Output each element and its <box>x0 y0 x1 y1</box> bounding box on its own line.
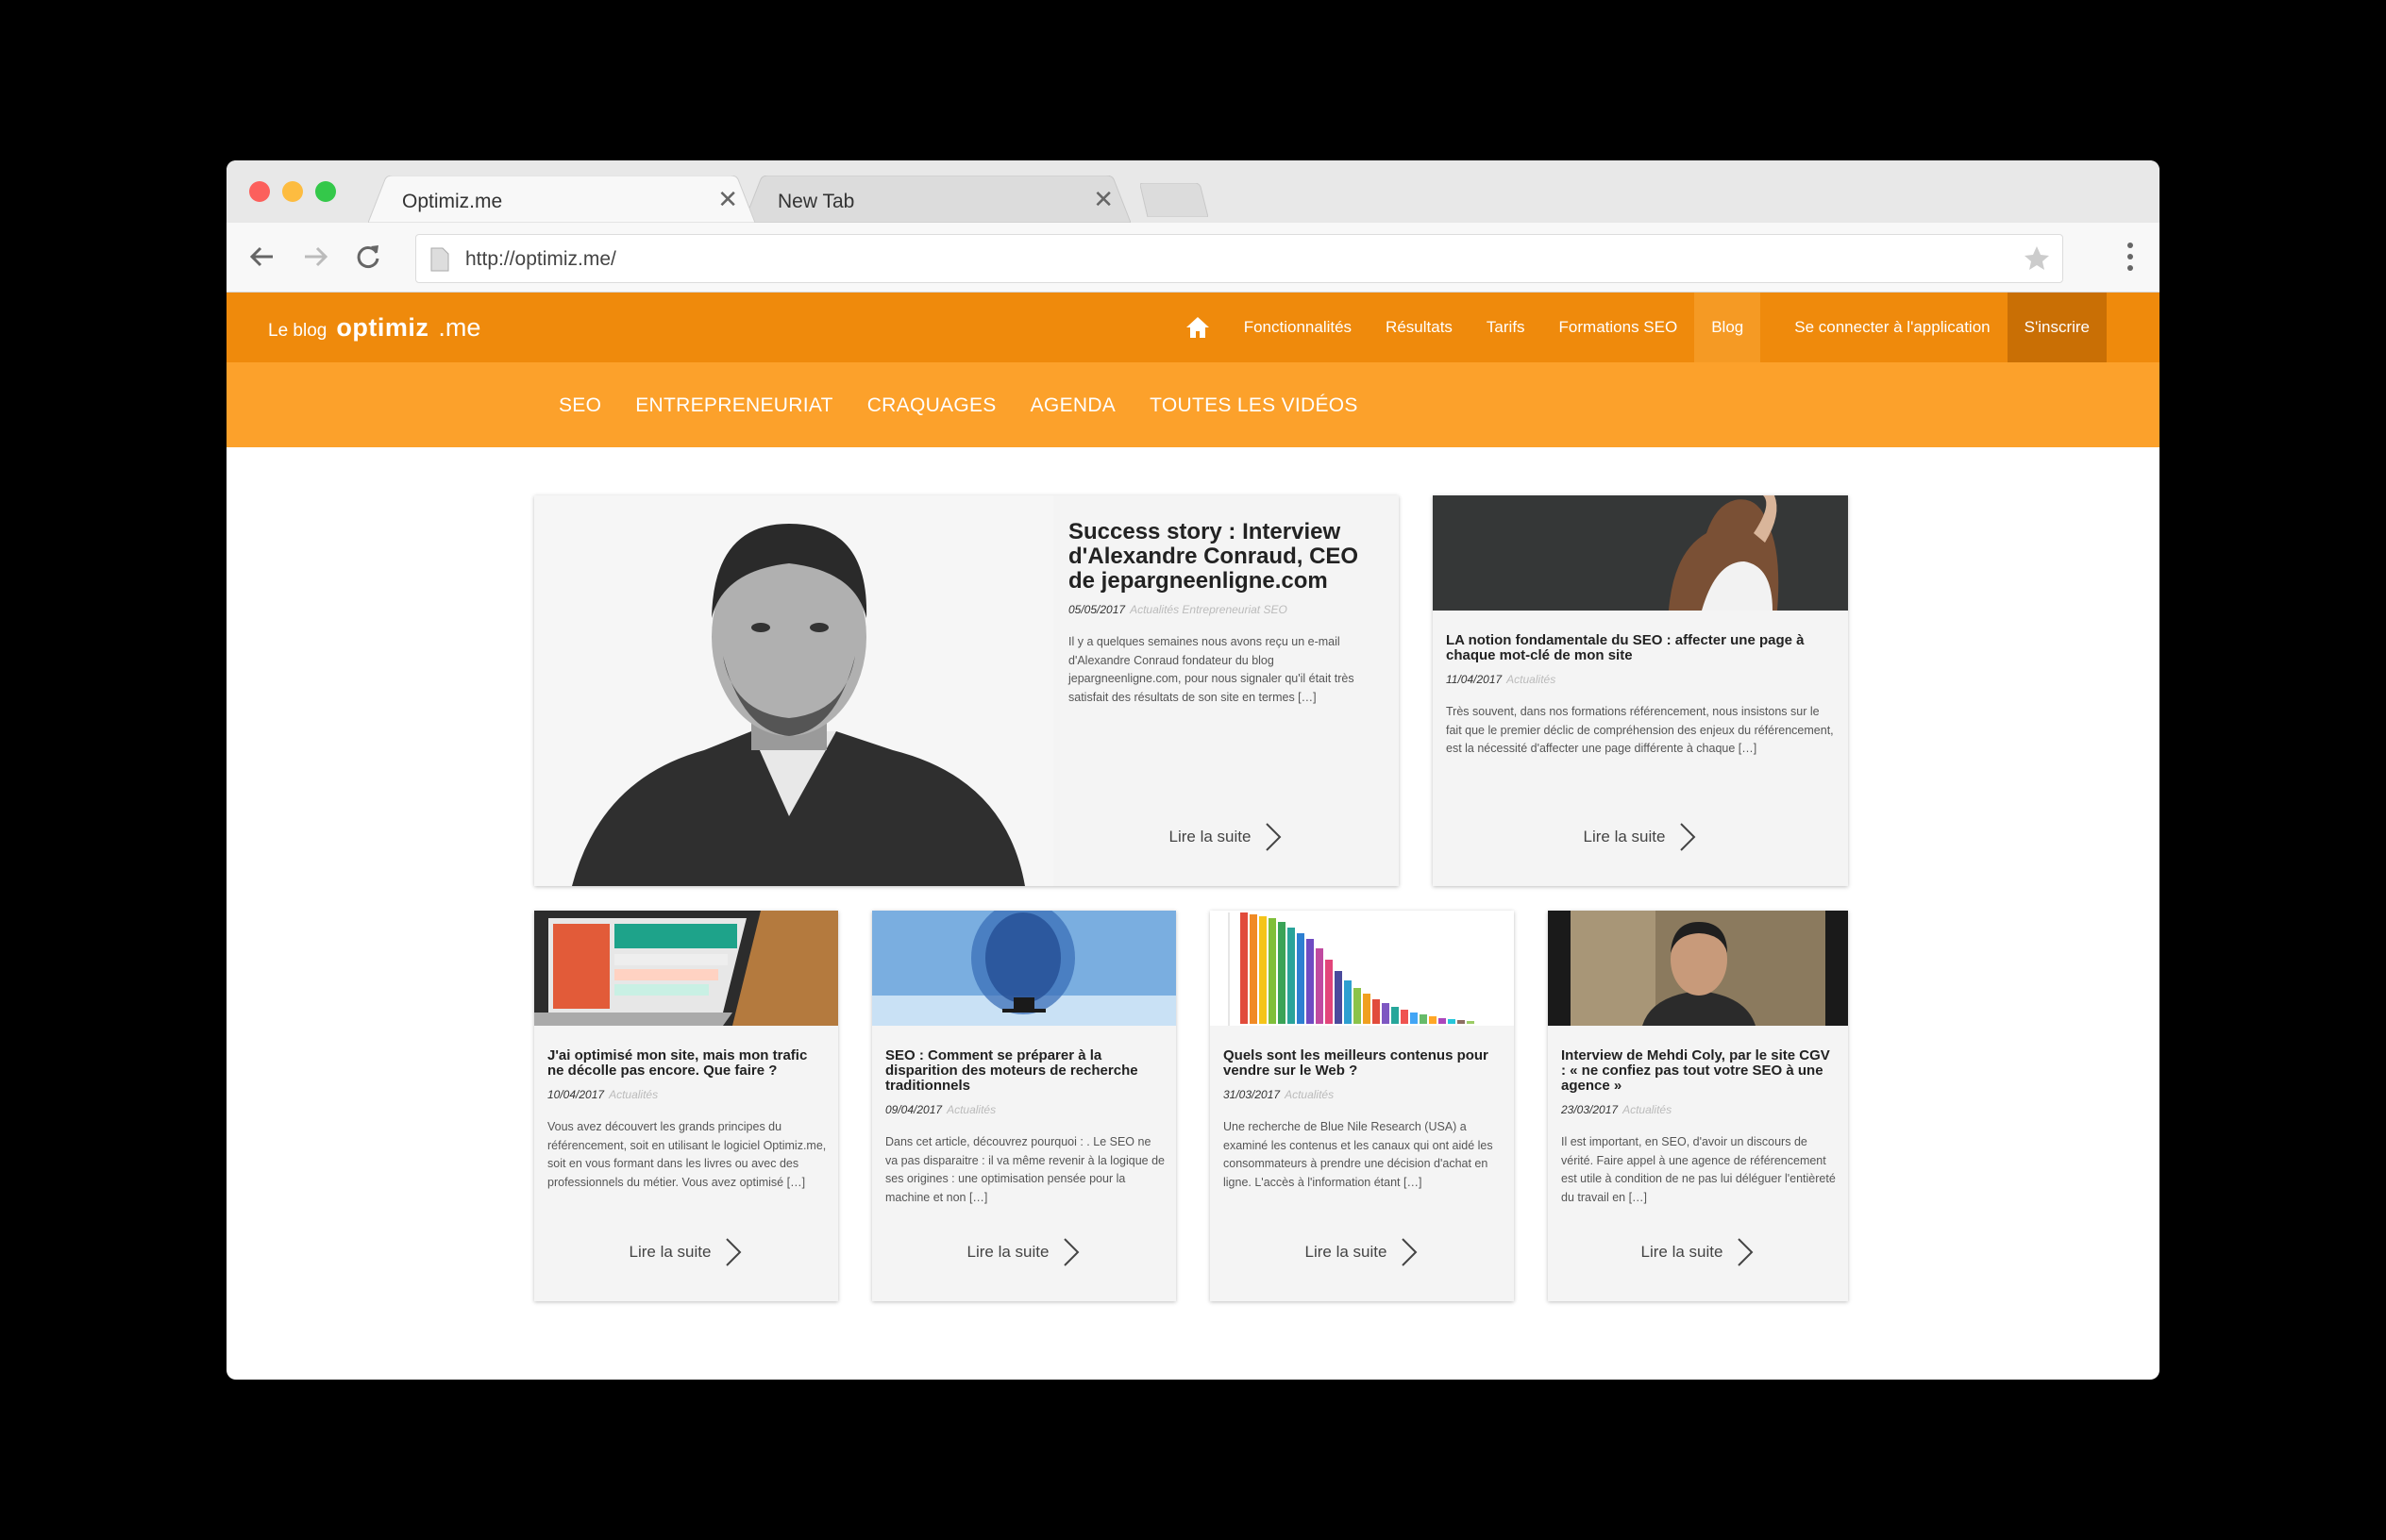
article-date: 31/03/2017 <box>1223 1088 1281 1101</box>
browser-menu-icon[interactable] <box>2126 242 2135 272</box>
article-excerpt: Il y a quelques semaines nous avons reçu… <box>1068 635 1354 704</box>
article-title[interactable]: Success story : Interview d'Alexandre Co… <box>1068 520 1386 594</box>
browser-toolbar: http://optimiz.me/ <box>227 223 2159 293</box>
article-card[interactable]: LA notion fondamentale du SEO : affecter… <box>1433 495 1848 886</box>
maximize-window-button[interactable] <box>315 181 336 202</box>
nav-blog[interactable]: Blog <box>1694 293 1761 362</box>
site-header: Le blog optimiz .me Fonctionnalités Résu… <box>227 293 2159 362</box>
article-title[interactable]: J'ai optimisé mon site, mais mon trafic … <box>547 1048 827 1079</box>
nav-formations-seo[interactable]: Formations SEO <box>1542 293 1695 362</box>
article-card[interactable]: Quels sont les meilleurs contenus pour v… <box>1210 911 1514 1301</box>
chevron-right-icon <box>1064 1238 1080 1266</box>
new-tab-button[interactable] <box>1139 182 1209 218</box>
browser-window: New Tab ✕ Optimiz.me ✕ http://optimiz.me… <box>227 160 2159 1380</box>
article-categories[interactable]: Actualités <box>1622 1103 1672 1116</box>
chevron-right-icon <box>1680 823 1696 851</box>
nav-signup[interactable]: S'inscrire <box>2007 293 2107 362</box>
back-arrow-icon <box>249 246 273 267</box>
reload-button[interactable] <box>349 238 387 276</box>
tab-strip: New Tab ✕ Optimiz.me ✕ <box>227 160 2159 223</box>
article-date: 05/05/2017 <box>1068 603 1126 616</box>
article-date: 23/03/2017 <box>1561 1103 1619 1116</box>
bookmark-star-icon[interactable] <box>2023 244 2051 273</box>
brand-logo-suffix: .me <box>438 313 481 342</box>
article-image-laptop[interactable] <box>534 911 838 1026</box>
main-nav: Fonctionnalités Résultats Tarifs Formati… <box>1168 293 2107 362</box>
read-more-link[interactable]: Lire la suite <box>1548 1237 1848 1267</box>
article-image-bar-chart[interactable] <box>1210 911 1514 1026</box>
forward-arrow-icon <box>305 246 328 267</box>
reload-icon <box>357 245 379 268</box>
article-title[interactable]: LA notion fondamentale du SEO : affecter… <box>1446 633 1835 663</box>
article-card[interactable]: SEO : Comment se préparer à la dispariti… <box>872 911 1176 1301</box>
article-card[interactable]: Interview de Mehdi Coly, par le site CGV… <box>1548 911 1848 1301</box>
page-icon <box>430 247 449 272</box>
tab-optimiz[interactable]: Optimiz.me ✕ <box>368 176 755 223</box>
article-categories[interactable]: Actualités <box>947 1103 996 1116</box>
address-bar[interactable]: http://optimiz.me/ <box>415 234 2063 283</box>
read-more-link[interactable]: Lire la suite <box>534 1237 838 1267</box>
category-nav: SEO ENTREPRENEURIAT CRAQUAGES AGENDA TOU… <box>227 362 2159 447</box>
brand-logo-text: optimiz <box>336 313 429 342</box>
article-categories[interactable]: Actualités <box>609 1088 658 1101</box>
article-categories[interactable]: Actualités Entrepreneuriat SEO <box>1130 603 1287 616</box>
article-excerpt: Très souvent, dans nos formations référe… <box>1446 705 1834 755</box>
featured-article-card[interactable]: Success story : Interview d'Alexandre Co… <box>534 495 1399 886</box>
article-image-portrait[interactable] <box>534 495 1053 886</box>
article-categories[interactable]: Actualités <box>1285 1088 1334 1101</box>
chevron-right-icon <box>726 1238 742 1266</box>
read-more-link[interactable]: Lire la suite <box>1053 822 1399 852</box>
category-entrepreneuriat[interactable]: ENTREPRENEURIAT <box>635 394 832 417</box>
article-date: 10/04/2017 <box>547 1088 605 1101</box>
nav-tarifs[interactable]: Tarifs <box>1470 293 1542 362</box>
article-title[interactable]: Interview de Mehdi Coly, par le site CGV… <box>1561 1048 1837 1094</box>
read-more-link[interactable]: Lire la suite <box>1210 1237 1514 1267</box>
read-more-link[interactable]: Lire la suite <box>1433 822 1848 852</box>
home-icon <box>1185 317 1209 338</box>
article-excerpt: Il est important, en SEO, d'avoir un dis… <box>1561 1135 1836 1204</box>
article-card[interactable]: J'ai optimisé mon site, mais mon trafic … <box>534 911 838 1301</box>
category-agenda[interactable]: AGENDA <box>1031 394 1117 417</box>
nav-resultats[interactable]: Résultats <box>1369 293 1470 362</box>
chevron-right-icon <box>1266 823 1282 851</box>
tab-title: Optimiz.me <box>402 191 503 212</box>
close-window-button[interactable] <box>249 181 270 202</box>
close-tab-icon[interactable]: ✕ <box>717 185 738 214</box>
article-date: 09/04/2017 <box>885 1103 943 1116</box>
back-button[interactable] <box>244 238 281 276</box>
category-craquages[interactable]: CRAQUAGES <box>867 394 997 417</box>
forward-button[interactable] <box>296 238 334 276</box>
tab-new-tab[interactable]: New Tab ✕ <box>744 176 1131 223</box>
brand-prefix: Le blog <box>268 321 328 341</box>
article-date: 11/04/2017 <box>1446 673 1503 686</box>
nav-login[interactable]: Se connecter à l'application <box>1777 293 2007 362</box>
article-excerpt: Dans cet article, découvrez pourquoi : .… <box>885 1135 1165 1204</box>
chevron-right-icon <box>1402 1238 1418 1266</box>
article-excerpt: Une recherche de Blue Nile Research (USA… <box>1223 1120 1493 1189</box>
category-seo[interactable]: SEO <box>559 394 601 417</box>
close-tab-icon[interactable]: ✕ <box>1093 185 1114 214</box>
article-title[interactable]: SEO : Comment se préparer à la dispariti… <box>885 1048 1165 1094</box>
minimize-window-button[interactable] <box>282 181 303 202</box>
article-image-interview-video[interactable] <box>1548 911 1848 1026</box>
article-categories[interactable]: Actualités <box>1506 673 1555 686</box>
article-title[interactable]: Quels sont les meilleurs contenus pour v… <box>1223 1048 1503 1079</box>
nav-fonctionnalites[interactable]: Fonctionnalités <box>1227 293 1369 362</box>
article-image-chalkboard[interactable] <box>1433 495 1848 611</box>
url-text: http://optimiz.me/ <box>465 248 616 270</box>
article-image-digital-face[interactable] <box>872 911 1176 1026</box>
home-link[interactable] <box>1168 293 1227 362</box>
category-videos[interactable]: TOUTES LES VIDÉOS <box>1150 394 1358 417</box>
chevron-right-icon <box>1738 1238 1754 1266</box>
article-excerpt: Vous avez découvert les grands principes… <box>547 1120 827 1189</box>
site-logo[interactable]: Le blog optimiz .me <box>268 313 480 343</box>
tab-title: New Tab <box>778 191 855 212</box>
read-more-link[interactable]: Lire la suite <box>872 1237 1176 1267</box>
